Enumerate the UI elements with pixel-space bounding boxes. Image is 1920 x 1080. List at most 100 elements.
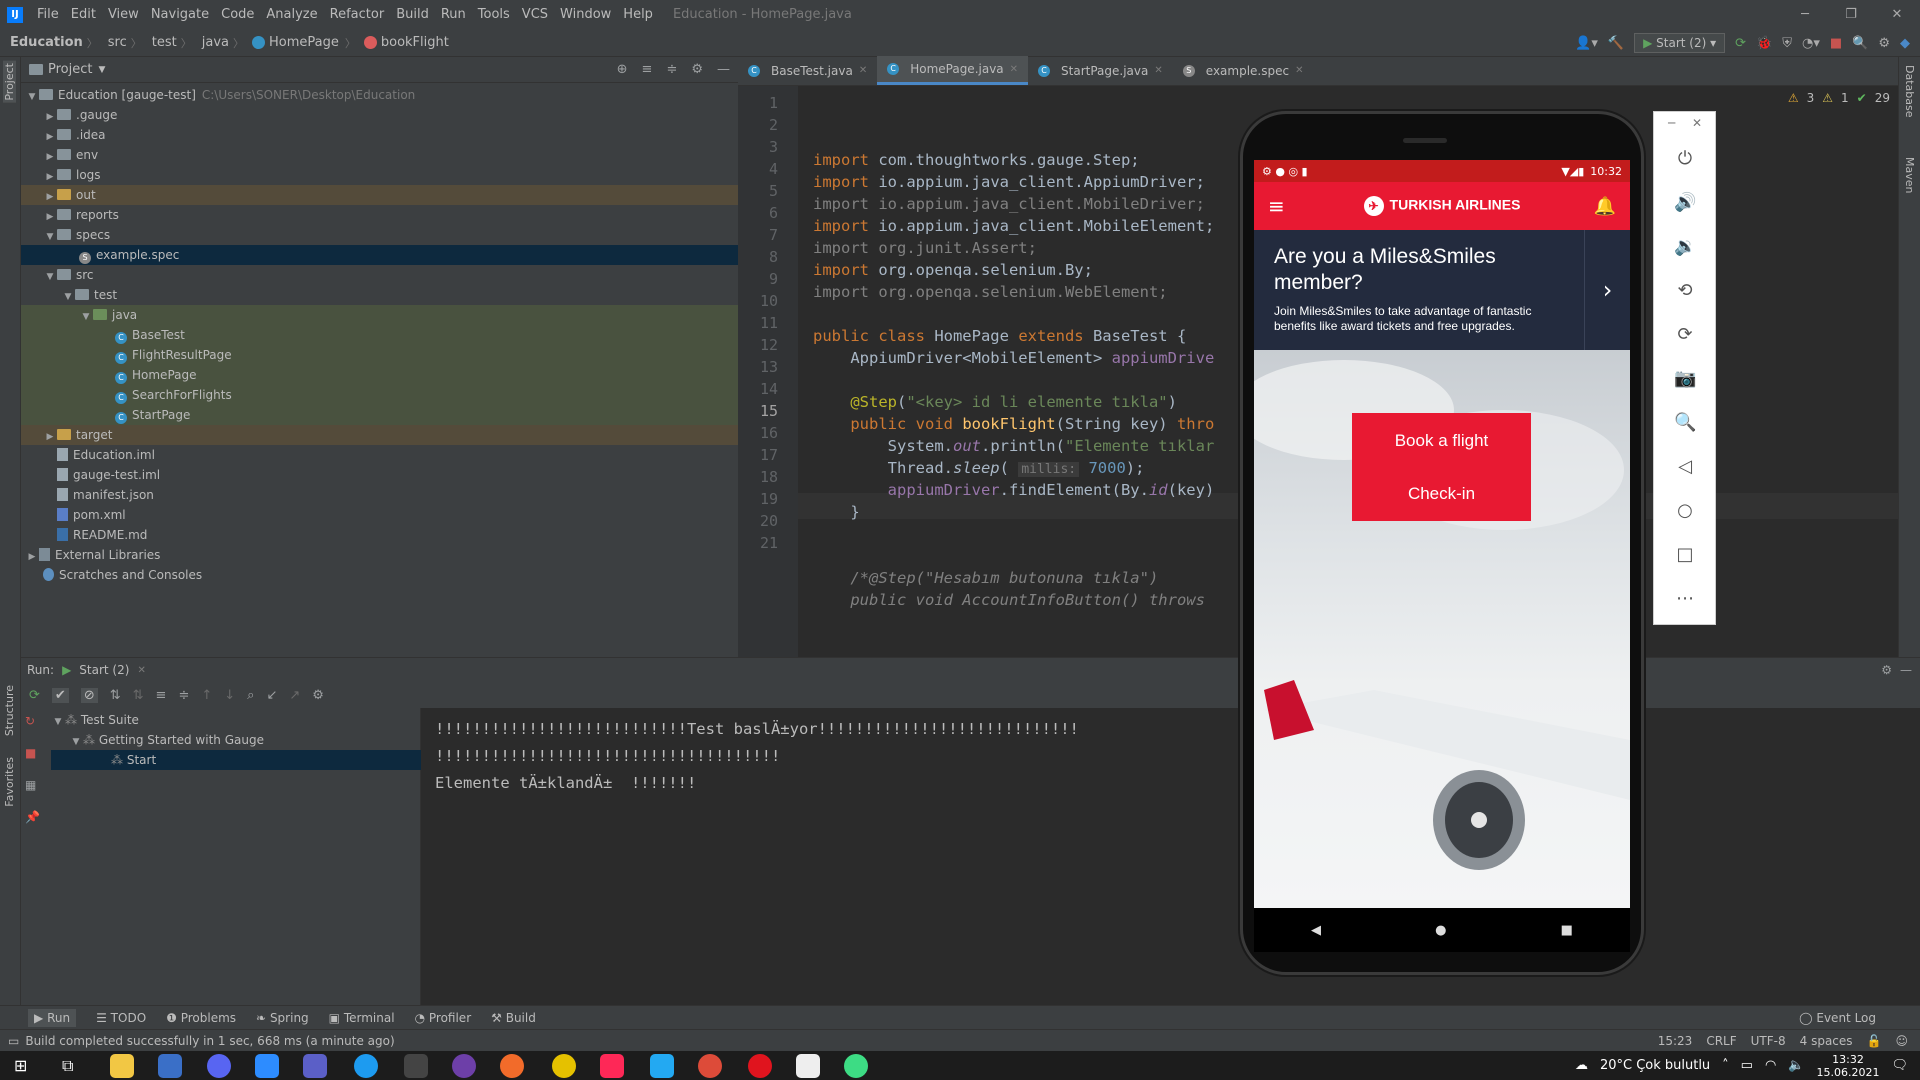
run-configuration-select[interactable]: ▶ Start (2) ▾ <box>1634 33 1726 53</box>
problems-tool-button[interactable]: ❶ Problems <box>166 1011 236 1025</box>
back-icon[interactable]: ◁ <box>1674 456 1696 478</box>
tree-item-specs[interactable]: ▼ specs <box>21 225 738 245</box>
store-icon[interactable] <box>158 1054 182 1078</box>
app-icon[interactable] <box>552 1054 576 1078</box>
test-spec-node[interactable]: ▼ ⁂ Getting Started with Gauge <box>69 730 421 750</box>
export-icon[interactable]: ↗ <box>289 688 300 703</box>
tree-item-education-iml[interactable]: Education.iml <box>21 445 738 465</box>
bell-icon[interactable]: 🔔 <box>1594 196 1616 217</box>
volume-up-icon[interactable]: 🔊 <box>1674 192 1696 214</box>
breadcrumb-java[interactable]: java <box>192 35 233 50</box>
rerun-icon[interactable]: ⟳ <box>29 688 40 703</box>
tree-item-startpage[interactable]: C StartPage <box>21 405 738 425</box>
debug-icon[interactable]: 🐞 <box>1756 36 1772 51</box>
file-encoding[interactable]: UTF-8 <box>1751 1034 1786 1048</box>
prev-failed-icon[interactable]: ↑ <box>201 688 212 703</box>
close-icon[interactable]: ✕ <box>1874 0 1920 29</box>
test-suite-node[interactable]: ▼ ⁂ Test Suite <box>51 710 421 730</box>
network-icon[interactable]: ◠ <box>1765 1058 1776 1073</box>
caret-position[interactable]: 15:23 <box>1658 1034 1693 1048</box>
discord-icon[interactable] <box>207 1054 231 1078</box>
locate-icon[interactable]: ⊕ <box>617 62 628 77</box>
sort-alpha-icon[interactable]: ⇅ <box>110 688 121 703</box>
minimize-icon[interactable]: ─ <box>1668 116 1675 130</box>
project-tool-tab[interactable]: Project <box>3 61 16 103</box>
speaker-icon[interactable]: 🔈 <box>1788 1058 1804 1073</box>
sort-duration-icon[interactable]: ⇅ <box>133 688 144 703</box>
pin-icon[interactable]: 📌 <box>25 810 40 824</box>
stop-icon[interactable]: ■ <box>25 746 36 760</box>
hide-icon[interactable]: — <box>717 62 730 77</box>
more-icon[interactable]: ⋯ <box>1674 588 1696 610</box>
overview-icon[interactable]: □ <box>1674 544 1696 566</box>
database-tool-tab[interactable]: Database <box>1903 65 1916 118</box>
menu-vcs[interactable]: VCS <box>516 7 554 22</box>
menu-navigate[interactable]: Navigate <box>145 7 215 22</box>
rerun-icon[interactable]: ⟳ <box>1735 36 1746 51</box>
tree-item-idea[interactable]: ▶ .idea <box>21 125 738 145</box>
inspector-icon[interactable]: ☺ <box>1895 1034 1908 1048</box>
tree-item-env[interactable]: ▶ env <box>21 145 738 165</box>
show-ignored-icon[interactable]: ⊘ <box>80 687 98 703</box>
menu-help[interactable]: Help <box>617 7 659 22</box>
close-tab-icon[interactable]: ✕ <box>1010 64 1018 75</box>
tree-item-target[interactable]: ▶ target <box>21 425 738 445</box>
postman-icon[interactable] <box>500 1054 524 1078</box>
book-flight-button[interactable]: Book a flight <box>1352 413 1531 468</box>
close-tab-icon[interactable]: ✕ <box>859 65 867 76</box>
collapse-all-icon[interactable]: ≑ <box>666 62 677 77</box>
menu-window[interactable]: Window <box>554 7 617 22</box>
back-icon[interactable]: ◀ <box>1311 923 1321 938</box>
layout-icon[interactable]: ▦ <box>25 778 36 792</box>
opera-icon[interactable] <box>748 1054 772 1078</box>
docker-icon[interactable] <box>354 1054 378 1078</box>
menu-analyze[interactable]: Analyze <box>260 7 323 22</box>
chevron-right-icon[interactable]: › <box>1584 230 1630 350</box>
import-icon[interactable]: ↙ <box>266 688 277 703</box>
menu-build[interactable]: Build <box>390 7 435 22</box>
menu-file[interactable]: File <box>31 7 65 22</box>
notification-icon[interactable]: 🗨 <box>1891 1058 1908 1073</box>
todo-tool-button[interactable]: ☰ TODO <box>96 1011 146 1025</box>
chevron-down-icon[interactable]: ▼ <box>98 65 105 75</box>
chrome-icon[interactable] <box>698 1054 722 1078</box>
rotate-left-icon[interactable]: ⟲ <box>1674 280 1696 302</box>
menu-edit[interactable]: Edit <box>65 7 102 22</box>
tree-item-pom-xml[interactable]: pom.xml <box>21 505 738 525</box>
tree-item-readme[interactable]: README.md <box>21 525 738 545</box>
volume-down-icon[interactable]: 🔉 <box>1674 236 1696 258</box>
tree-item-gauge[interactable]: ▶ .gauge <box>21 105 738 125</box>
structure-tool-tab[interactable]: Structure <box>3 685 16 736</box>
windows-start-icon[interactable]: ⊞ <box>14 1056 27 1075</box>
vscode-icon[interactable] <box>650 1054 674 1078</box>
search-icon[interactable]: ⌕ <box>247 688 254 703</box>
tree-item-searchforflights[interactable]: C SearchForFlights <box>21 385 738 405</box>
camera-icon[interactable]: 📷 <box>1674 368 1696 390</box>
tree-item-manifest-json[interactable]: manifest.json <box>21 485 738 505</box>
menu-run[interactable]: Run <box>435 7 472 22</box>
home-icon[interactable]: ○ <box>1674 500 1696 522</box>
tree-item-homepage[interactable]: C HomePage <box>21 365 738 385</box>
close-tab-icon[interactable]: ✕ <box>1154 65 1162 76</box>
tab-example-spec[interactable]: Sexample.spec ✕ <box>1173 56 1314 85</box>
close-icon[interactable]: ✕ <box>1692 116 1702 130</box>
zoom-app-icon[interactable] <box>255 1054 279 1078</box>
tab-basetest[interactable]: C BaseTest.java ✕ <box>738 56 877 85</box>
tree-item-src[interactable]: ▼ src <box>21 265 738 285</box>
stop-icon[interactable]: ■ <box>1830 36 1842 51</box>
show-passed-icon[interactable]: ✔ <box>51 687 69 703</box>
eclipse-icon[interactable] <box>452 1054 476 1078</box>
status-message[interactable]: Build completed successfully in 1 sec, 6… <box>25 1034 394 1048</box>
gear-icon[interactable]: ⚙ <box>1881 663 1892 677</box>
build-hammer-icon[interactable]: 🔨 <box>1608 36 1624 51</box>
breadcrumb-project[interactable]: Education <box>0 35 87 50</box>
tree-item-flightresultpage[interactable]: C FlightResultPage <box>21 345 738 365</box>
file-explorer-icon[interactable] <box>110 1054 134 1078</box>
tree-item-out[interactable]: ▶ out <box>21 185 738 205</box>
chevron-up-icon[interactable]: ˄ <box>1722 1058 1729 1073</box>
tree-item-java[interactable]: ▼ java <box>21 305 738 325</box>
terminal-tool-button[interactable]: ▣ Terminal <box>329 1011 395 1025</box>
notepad-icon[interactable] <box>796 1054 820 1078</box>
breadcrumb-test[interactable]: test <box>142 35 181 50</box>
toolbox-icon[interactable]: ◆ <box>1900 36 1910 51</box>
